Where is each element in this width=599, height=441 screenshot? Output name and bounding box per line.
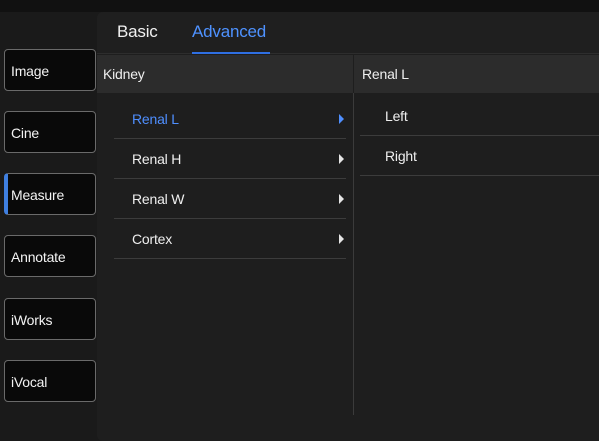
tab-advanced[interactable]: Advanced: [192, 12, 271, 54]
submenu-item-right[interactable]: Right: [360, 136, 599, 176]
chevron-right-icon: [339, 194, 344, 204]
sidebar-label-iworks: iWorks: [11, 312, 53, 328]
chevron-right-icon: [339, 114, 344, 124]
sidebar-tab-image[interactable]: Image: [4, 49, 96, 91]
measurement-tab-bar: Basic Advanced: [97, 12, 599, 54]
category-header: Kidney: [97, 55, 353, 93]
chevron-right-icon: [339, 154, 344, 164]
sidebar-tab-cine[interactable]: Cine: [4, 111, 96, 153]
measurement-label-renal-l: Renal L: [132, 111, 179, 127]
measurement-label-renal-w: Renal W: [132, 191, 185, 207]
sidebar-label-ivocal: iVocal: [11, 374, 48, 390]
ultrasound-measurement-screen: Image Cine Measure Annotate iWorks iVoca…: [0, 0, 599, 441]
submenu-item-left[interactable]: Left: [360, 96, 599, 136]
measurement-item-renal-h[interactable]: Renal H: [114, 139, 346, 179]
column-divider: [353, 93, 354, 415]
measurement-panel: Basic Advanced Kidney Renal L Renal L Re…: [97, 12, 599, 441]
tab-basic[interactable]: Basic: [117, 12, 158, 54]
submenu-label-left: Left: [385, 108, 408, 124]
sidebar-label-measure: Measure: [11, 187, 65, 203]
measurement-item-renal-l[interactable]: Renal L: [114, 99, 346, 139]
submenu-label-right: Right: [385, 148, 417, 164]
measurement-label-renal-h: Renal H: [132, 151, 182, 167]
sidebar-label-cine: Cine: [11, 125, 39, 141]
chevron-right-icon: [339, 234, 344, 244]
sidebar-label-annotate: Annotate: [11, 249, 66, 265]
sidebar-label-image: Image: [11, 63, 49, 79]
sidebar-tab-measure[interactable]: Measure: [4, 173, 96, 215]
sidebar-tab-annotate[interactable]: Annotate: [4, 235, 96, 277]
sidebar-tab-iworks[interactable]: iWorks: [4, 298, 96, 340]
measurement-label-cortex: Cortex: [132, 231, 173, 247]
measurement-item-renal-w[interactable]: Renal W: [114, 179, 346, 219]
sidebar-tab-ivocal[interactable]: iVocal: [4, 360, 96, 402]
submenu-header: Renal L: [354, 55, 599, 93]
measurement-item-cortex[interactable]: Cortex: [114, 219, 346, 259]
